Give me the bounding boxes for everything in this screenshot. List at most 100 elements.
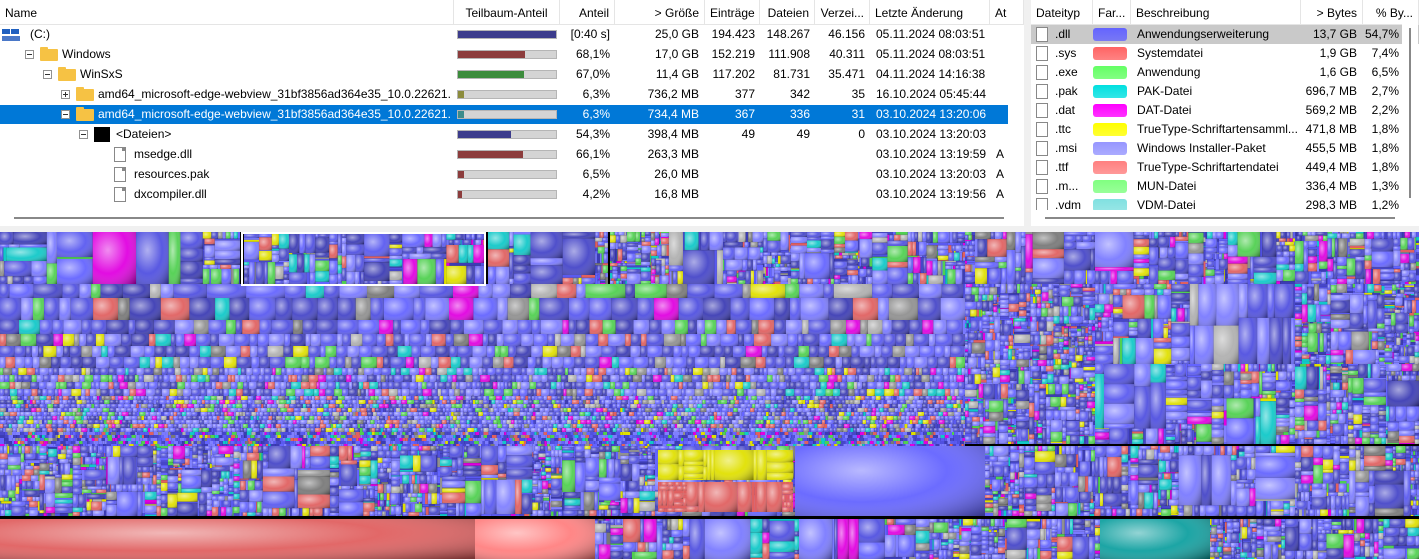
tree-item-modified: 05.11.2024 08:03:51 [876, 27, 986, 41]
file-type-row[interactable]: .ttf TrueType-Schriftartendatei 449,4 MB 1,… [1031, 158, 1419, 177]
types-vertical-scrollbar[interactable] [1402, 24, 1418, 210]
file-type-color-swatch [1093, 180, 1127, 193]
file-type-description: Anwendung [1137, 65, 1201, 79]
treemap-canvas[interactable] [0, 232, 1419, 559]
file-type-bytes: 13,7 GB [1312, 27, 1357, 41]
column-header-subtree-share[interactable]: Teilbaum-Anteil [454, 0, 560, 24]
tree-item-dirs: 31 [851, 107, 865, 121]
file-type-description: DAT-Datei [1137, 103, 1192, 117]
tree-item-entries [705, 145, 755, 164]
tree-item-size: 26,0 MB [654, 167, 699, 181]
file-type-row[interactable]: .msi Windows Installer-Paket 455,5 MB 1,8% [1031, 139, 1419, 158]
tree-item-files: 81.731 [773, 67, 810, 81]
directory-tree-panel[interactable]: Name Teilbaum-Anteil Anteil > Größe Eint… [0, 0, 1024, 226]
file-type-description: TrueType-Schriftartensamml... [1137, 122, 1298, 136]
tree-item-attributes [996, 105, 1008, 124]
file-type-description: TrueType-Schriftartendatei [1137, 160, 1279, 174]
tree-item-dirs: 0 [858, 127, 865, 141]
subtree-share-bar [457, 150, 557, 159]
scrollbar-thumb[interactable] [14, 217, 1004, 219]
vertical-splitter[interactable] [1024, 0, 1031, 226]
file-type-color-swatch [1093, 161, 1127, 174]
column-header-dirs[interactable]: Verzei... [815, 0, 870, 24]
file-type-extension: .dll [1055, 27, 1071, 41]
column-header-type[interactable]: Dateityp [1031, 0, 1093, 24]
tree-item-size: 25,0 GB [654, 27, 699, 41]
tree-row[interactable]: msedge.dll 66,1% 263,3 MB 03.10.2024 13:19:… [0, 145, 1008, 164]
column-header-attr[interactable]: At [990, 0, 1024, 24]
tree-item-attributes: A [996, 167, 1005, 181]
tree-item-attributes [996, 125, 1008, 144]
tree-item-share: 54,3% [575, 127, 610, 141]
tree-item-entries [705, 165, 755, 184]
tree-item-entries: 377 [734, 87, 755, 101]
file-type-description: Anwendungserweiterung [1137, 27, 1270, 41]
subtree-share-bar [457, 30, 557, 39]
files-group-icon [94, 127, 110, 142]
file-type-row[interactable]: .pak PAK-Datei 696,7 MB 2,7% [1031, 82, 1419, 101]
tree-horizontal-scrollbar[interactable] [0, 210, 1024, 226]
column-header-name[interactable]: Name [0, 0, 454, 24]
file-type-row-selected[interactable]: .dll Anwendungserweiterung 13,7 GB 54,7% [1031, 25, 1419, 44]
collapse-toggle-icon[interactable] [25, 50, 34, 59]
file-type-color-swatch [1093, 66, 1127, 79]
tree-item-dirs: 35.471 [828, 67, 865, 81]
column-header-share[interactable]: Anteil [560, 0, 615, 24]
file-type-percent: 6,5% [1371, 65, 1399, 79]
tree-item-attributes: A [996, 187, 1005, 201]
collapse-toggle-icon[interactable] [43, 70, 52, 79]
collapse-toggle-icon[interactable] [79, 130, 88, 139]
file-type-extension: .sys [1055, 46, 1077, 60]
tree-row[interactable]: resources.pak 6,5% 26,0 MB 03.10.2024 13:20… [0, 165, 1008, 184]
scrollbar-thumb[interactable] [1045, 217, 1395, 219]
file-type-row[interactable]: .sys Systemdatei 1,9 GB 7,4% [1031, 44, 1419, 63]
tree-row[interactable]: dxcompiler.dll 4,2% 16,8 MB 03.10.2024 13:1… [0, 185, 1008, 204]
share-bar-fill [458, 91, 464, 98]
folder-icon [76, 107, 94, 121]
expand-toggle-icon[interactable] [61, 90, 70, 99]
column-header-files[interactable]: Dateien [760, 0, 815, 24]
tree-item-entries: 152.219 [711, 47, 755, 61]
column-header-size[interactable]: > Größe [615, 0, 705, 24]
file-type-row[interactable]: .exe Anwendung 1,6 GB 6,5% [1031, 63, 1419, 82]
file-type-description: Systemdatei [1137, 46, 1204, 60]
file-type-row[interactable]: .dat DAT-Datei 569,2 MB 2,2% [1031, 101, 1419, 120]
tree-item-files: 49 [796, 127, 810, 141]
column-header-modified[interactable]: Letzte Änderung [870, 0, 990, 24]
share-bar-fill [458, 71, 524, 78]
tree-item-share: 6,3% [582, 87, 610, 101]
tree-row[interactable]: WinSxS 67,0% 11,4 GB 117.202 81.731 35.471 04.… [0, 65, 1008, 84]
file-type-extension: .msi [1055, 141, 1077, 155]
file-type-icon [1036, 122, 1048, 137]
column-header-bytes-percent[interactable]: % By... [1363, 0, 1419, 24]
subtree-share-bar [457, 70, 557, 79]
file-type-icon [1036, 65, 1048, 80]
file-type-row[interactable]: .ttc TrueType-Schriftartensamml... 471,8 M… [1031, 120, 1419, 139]
column-header-description[interactable]: Beschreibung [1131, 0, 1301, 24]
file-type-icon [1036, 179, 1048, 194]
tree-row-selected[interactable]: amd64_microsoft-edge-webview_31bf3856ad3… [0, 105, 1008, 124]
file-type-icon [1036, 103, 1048, 118]
column-header-entries[interactable]: Einträge [705, 0, 760, 24]
file-type-row[interactable]: .m... MUN-Datei 336,4 MB 1,3% [1031, 177, 1419, 196]
treemap-view[interactable] [0, 232, 1419, 559]
tree-item-files: 336 [789, 107, 810, 121]
tree-item-size: 16,8 MB [654, 187, 699, 201]
tree-header: Name Teilbaum-Anteil Anteil > Größe Eint… [0, 0, 1024, 25]
file-type-icon [1036, 141, 1048, 156]
tree-row[interactable]: (C:) [0:40 s] 25,0 GB 194.423 148.267 46.156 0… [0, 25, 1008, 44]
tree-row[interactable]: amd64_microsoft-edge-webview_31bf3856ad3… [0, 85, 1008, 104]
tree-item-size: 736,2 MB [647, 87, 699, 101]
file-type-panel[interactable]: Dateityp Far... Beschreibung > Bytes % B… [1031, 0, 1419, 226]
scrollbar-thumb[interactable] [1409, 28, 1411, 198]
file-type-bytes: 696,7 MB [1305, 84, 1357, 98]
types-horizontal-scrollbar[interactable] [1031, 210, 1419, 226]
tree-item-attributes [996, 25, 1008, 44]
collapse-toggle-icon[interactable] [61, 110, 70, 119]
tree-row[interactable]: Windows 68,1% 17,0 GB 152.219 111.908 40.311 0… [0, 45, 1008, 64]
file-type-extension: .dat [1055, 103, 1076, 117]
column-header-bytes[interactable]: > Bytes [1301, 0, 1363, 24]
file-type-bytes: 449,4 MB [1305, 160, 1357, 174]
column-header-color[interactable]: Far... [1093, 0, 1131, 24]
tree-row[interactable]: <Dateien> 54,3% 398,4 MB 49 49 0 03.10.2024 13… [0, 125, 1008, 144]
